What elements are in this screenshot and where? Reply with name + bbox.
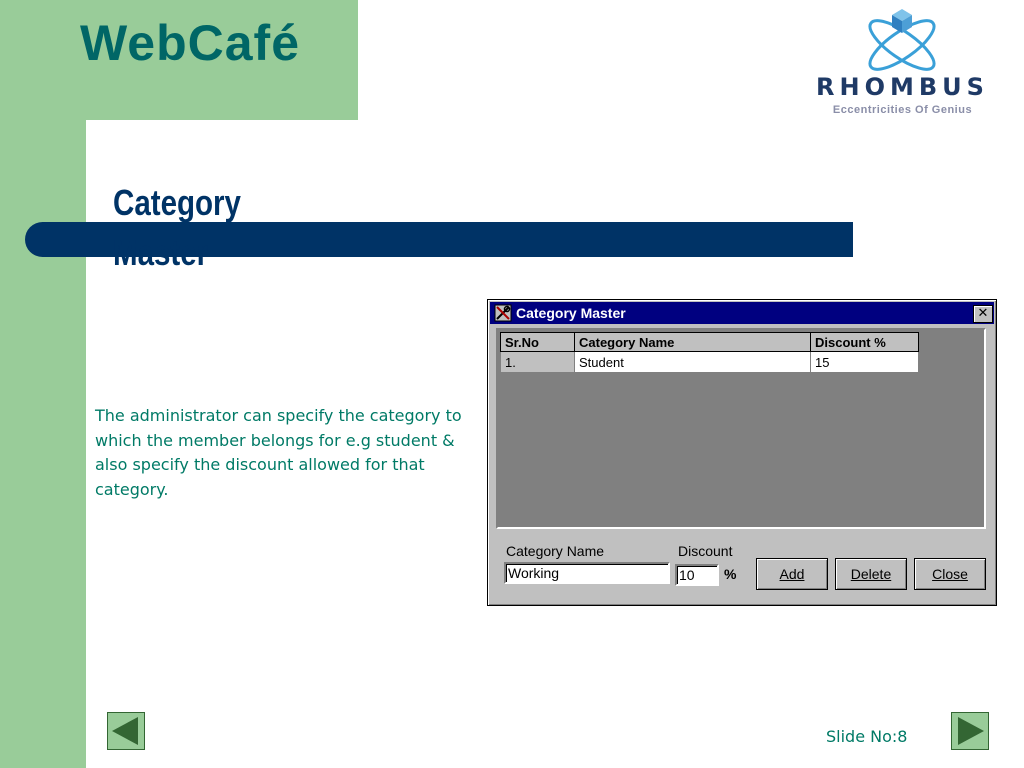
close-button[interactable]: Close <box>914 558 986 590</box>
table-row[interactable]: 1. Student 15 <box>500 351 919 373</box>
logo-wordmark: RHOMBUS <box>816 73 989 101</box>
cell-category-name[interactable]: Student <box>574 351 811 373</box>
dialog-title: Category Master <box>516 305 626 321</box>
app-title: WebCafé <box>80 15 301 71</box>
category-grid[interactable]: Sr.No Category Name Discount % 1. Studen… <box>496 328 986 529</box>
col-header-srno[interactable]: Sr.No <box>500 332 575 352</box>
logo-tagline: Eccentricities Of Genius <box>832 104 973 116</box>
dialog-titlebar[interactable]: Category Master ✕ <box>490 302 994 324</box>
discount-field[interactable]: 10 <box>675 564 719 586</box>
cell-discount[interactable]: 15 <box>810 351 919 373</box>
category-master-dialog: Category Master ✕ Sr.No Category Name Di… <box>487 299 997 606</box>
category-name-field[interactable]: Working <box>504 562 670 584</box>
cell-srno[interactable]: 1. <box>500 351 575 373</box>
slide-number: Slide No:8 <box>826 727 908 746</box>
close-icon[interactable]: ✕ <box>973 305 993 323</box>
triangle-right-icon <box>958 717 984 745</box>
category-name-label: Category Name <box>506 543 605 559</box>
percent-symbol: % <box>724 566 737 582</box>
delete-button-label: Delete <box>850 566 892 582</box>
col-header-category-name[interactable]: Category Name <box>574 332 811 352</box>
discount-label: Discount <box>678 543 733 559</box>
delete-button[interactable]: Delete <box>835 558 907 590</box>
rhombus-logo-icon <box>868 9 936 71</box>
add-button-label: Add <box>779 566 805 582</box>
close-button-label: Close <box>932 566 968 582</box>
tools-icon <box>494 304 512 322</box>
triangle-left-icon <box>112 717 138 745</box>
slide-heading: Category Master <box>113 182 241 273</box>
prev-slide-button[interactable] <box>107 712 145 750</box>
category-table: Sr.No Category Name Discount % 1. Studen… <box>500 332 919 373</box>
slide-description: The administrator can specify the catego… <box>95 406 462 499</box>
add-button[interactable]: Add <box>756 558 828 590</box>
rhombus-logo: RHOMBUS Eccentricities Of Genius <box>785 5 1020 120</box>
col-header-discount[interactable]: Discount % <box>810 332 919 352</box>
next-slide-button[interactable] <box>951 712 989 750</box>
left-green-band <box>0 0 86 768</box>
